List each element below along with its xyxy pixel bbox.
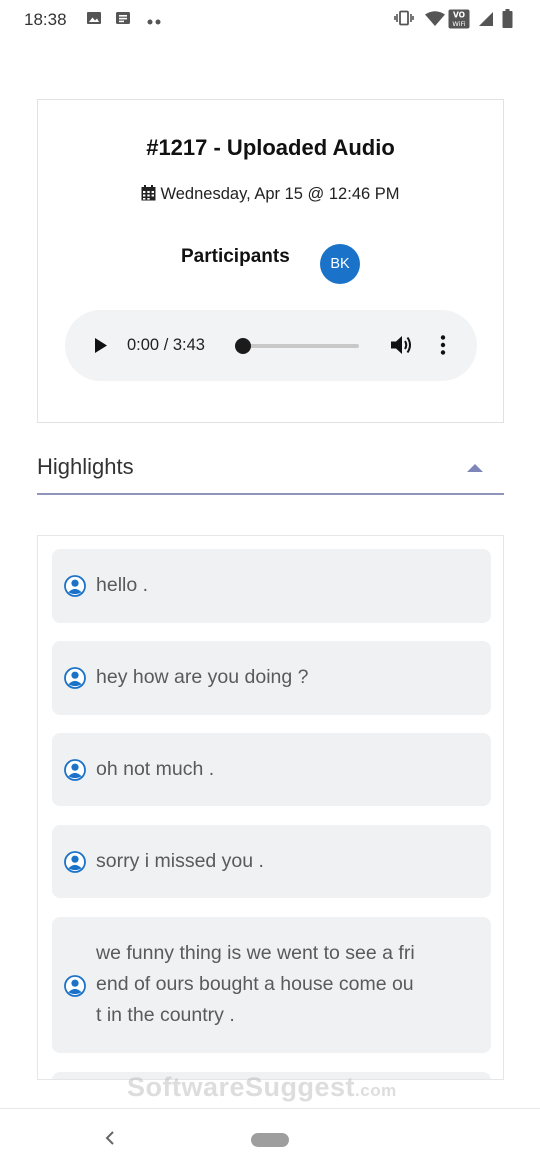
transcript-item[interactable]: sorry i missed you . xyxy=(52,825,491,898)
highlights-title: Highlights xyxy=(37,454,134,479)
vowifi-top-label: VO xyxy=(453,11,465,20)
status-time: 18:38 xyxy=(24,10,67,29)
watermark-text: SoftwareSuggest xyxy=(127,1072,356,1102)
caret-up-icon[interactable] xyxy=(467,464,483,472)
audio-player: 0:00 / 3:43 xyxy=(65,310,477,381)
more-vert-icon xyxy=(440,335,446,355)
play-icon xyxy=(95,338,107,353)
battery-icon xyxy=(502,9,513,33)
navigation-bar xyxy=(0,1108,540,1170)
meeting-date: Wednesday, Apr 15 @ 12:46 PM xyxy=(38,185,503,204)
vowifi-bottom-label: WiFi xyxy=(452,20,465,28)
back-button[interactable] xyxy=(101,1127,119,1149)
user-icon xyxy=(64,759,86,781)
audio-more-button[interactable] xyxy=(437,334,449,356)
vibrate-icon xyxy=(394,10,414,31)
meeting-title: #1217 - Uploaded Audio xyxy=(146,135,395,160)
signal-icon xyxy=(478,11,494,32)
user-icon xyxy=(64,667,86,689)
user-icon xyxy=(64,575,86,597)
home-pill-button[interactable] xyxy=(251,1133,289,1147)
participants-label: Participants xyxy=(181,246,290,267)
transcript-item[interactable]: oh not much . xyxy=(52,733,491,806)
more-dots-icon xyxy=(147,14,163,32)
vowifi-icon: VO WiFi xyxy=(448,9,470,34)
transcript-item[interactable]: we funny thing is we went to see a frien… xyxy=(52,917,491,1053)
back-icon xyxy=(105,1131,114,1145)
volume-icon xyxy=(391,336,411,354)
participant-avatar[interactable]: BK xyxy=(320,244,360,284)
transcript-item[interactable]: hey how are you doing ? xyxy=(52,641,491,715)
status-bar: 18:38 VO WiFi xyxy=(0,0,540,40)
seek-thumb[interactable] xyxy=(235,338,251,354)
image-icon xyxy=(86,10,102,31)
transcript-text: we funny thing is we went to see a frien… xyxy=(96,942,415,1026)
wifi-icon xyxy=(425,11,445,32)
user-icon xyxy=(64,851,86,873)
meeting-date-text: Wednesday, Apr 15 @ 12:46 PM xyxy=(160,185,400,203)
transcript-text: sorry i missed you . xyxy=(96,850,264,872)
meeting-card: #1217 - Uploaded Audio Wednesday, Apr 15… xyxy=(37,99,504,423)
highlights-header[interactable]: Highlights xyxy=(37,444,504,495)
news-icon xyxy=(115,10,131,31)
seek-bar[interactable] xyxy=(235,338,359,354)
play-button[interactable] xyxy=(93,337,109,354)
calendar-icon xyxy=(141,185,156,201)
volume-button[interactable] xyxy=(389,334,413,356)
audio-time: 0:00 / 3:43 xyxy=(127,336,205,354)
transcript-panel: hello . hey how are you doing ? oh not m… xyxy=(37,535,504,1080)
transcript-text: hello . xyxy=(96,574,149,596)
watermark-suffix: .com xyxy=(355,1081,397,1100)
watermark: SoftwareSuggest.com xyxy=(127,1072,397,1103)
user-icon xyxy=(64,975,86,997)
transcript-text: hey how are you doing ? xyxy=(96,666,309,688)
transcript-text: oh not much . xyxy=(96,758,215,780)
transcript-item[interactable]: hello . xyxy=(52,549,491,623)
